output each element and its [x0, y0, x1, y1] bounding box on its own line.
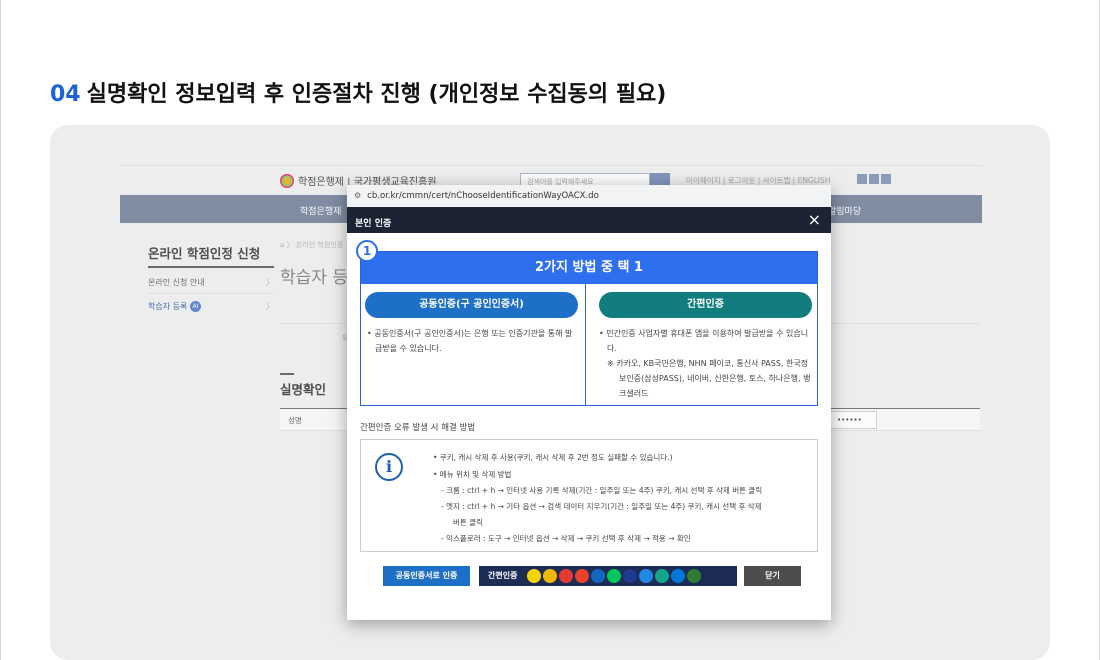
error-help-box: i • 쿠키, 캐시 삭제 후 사용(쿠키, 캐시 삭제 후 2번 정도 실패할…: [360, 439, 818, 552]
help-line: • 메뉴 위치 및 삭제 방법: [433, 470, 512, 479]
screenshot-panel: 학점은행제 | 국가평생교육진흥원 검색어를 입력해주세요 마이페이지 | 로그…: [50, 125, 1050, 660]
site-info-icon[interactable]: ⚙: [354, 191, 361, 200]
info-icon: i: [375, 453, 403, 481]
auth-popup-window: ⚙ cb.or.kr/cmmn/cert/nChooseIdentificatio…: [347, 185, 831, 620]
provider-logo-icon: [639, 569, 653, 583]
joint-cert-button[interactable]: 공동인증(구 공인인증서): [365, 292, 578, 318]
provider-logo-icon: [527, 569, 541, 583]
provider-logo-icon: [671, 569, 685, 583]
choose-title: 2가지 방법 중 택 1: [361, 252, 817, 284]
provider-logo-icon: [575, 569, 589, 583]
simple-auth-provider-button[interactable]: 간편인증: [479, 566, 737, 586]
provider-logo-icon: [543, 569, 557, 583]
joint-cert-description: • 공동인증서(구 공인인증서)는 은행 또는 인증기관을 통해 발급받을 수 …: [367, 329, 573, 353]
close-icon[interactable]: ×: [808, 210, 821, 229]
step-number: 04: [50, 82, 81, 107]
provider-logo-icon: [591, 569, 605, 583]
step-heading: 04 실명확인 정보입력 후 인증절차 진행 (개인정보 수집동의 필요): [50, 76, 666, 108]
help-line: - 크롬 : ctrl + h → 인터넷 사용 기록 삭제(기간 : 일주일 …: [441, 486, 763, 495]
help-line: 버튼 클릭: [453, 518, 483, 527]
step-number-badge: 1: [356, 240, 378, 262]
joint-cert-auth-button[interactable]: 공동인증서로 인증: [383, 566, 470, 586]
help-line: • 쿠키, 캐시 삭제 후 사용(쿠키, 캐시 삭제 후 2번 정도 실패할 수…: [433, 453, 673, 462]
provider-logo-icon: [607, 569, 621, 583]
popup-title: 본인 인증: [355, 219, 392, 229]
help-line: - 익스플로러 : 도구 → 인터넷 옵션 → 삭제 → 쿠키 선택 후 삭제 …: [441, 534, 691, 543]
step-heading-text: 실명확인 정보입력 후 인증절차 진행 (개인정보 수집동의 필요): [86, 82, 667, 107]
simple-auth-button[interactable]: 간편인증: [599, 292, 812, 318]
popup-header: 본인 인증 ×: [347, 207, 831, 233]
auth-method-box: 2가지 방법 중 택 1 공동인증(구 공인인증서) 간편인증 • 공동인증서(…: [360, 251, 818, 406]
error-help-title: 간편인증 오류 발생 시 해결 방법: [360, 423, 476, 433]
url-bar[interactable]: ⚙ cb.or.kr/cmmn/cert/nChooseIdentificatio…: [347, 185, 831, 207]
provider-logos: [527, 569, 701, 583]
provider-logo-icon: [623, 569, 637, 583]
popup-buttons: 공동인증서로 인증 간편인증 닫기: [383, 566, 803, 586]
simple-auth-description: • 민간인증 사업자별 휴대폰 앱을 이용하여 발급받을 수 있습니다.: [599, 329, 809, 353]
help-line: - 엣지 : ctrl + h → 기타 옵션 → 검색 데이터 지우기(기간 …: [441, 502, 762, 511]
close-button[interactable]: 닫기: [744, 566, 801, 586]
simple-auth-providers-note: ※ 카카오, KB국민은행, NHN 페이코, 통신사 PASS, 한국정보인증…: [607, 359, 811, 398]
provider-logo-icon: [559, 569, 573, 583]
provider-logo-icon: [687, 569, 701, 583]
provider-logo-icon: [655, 569, 669, 583]
